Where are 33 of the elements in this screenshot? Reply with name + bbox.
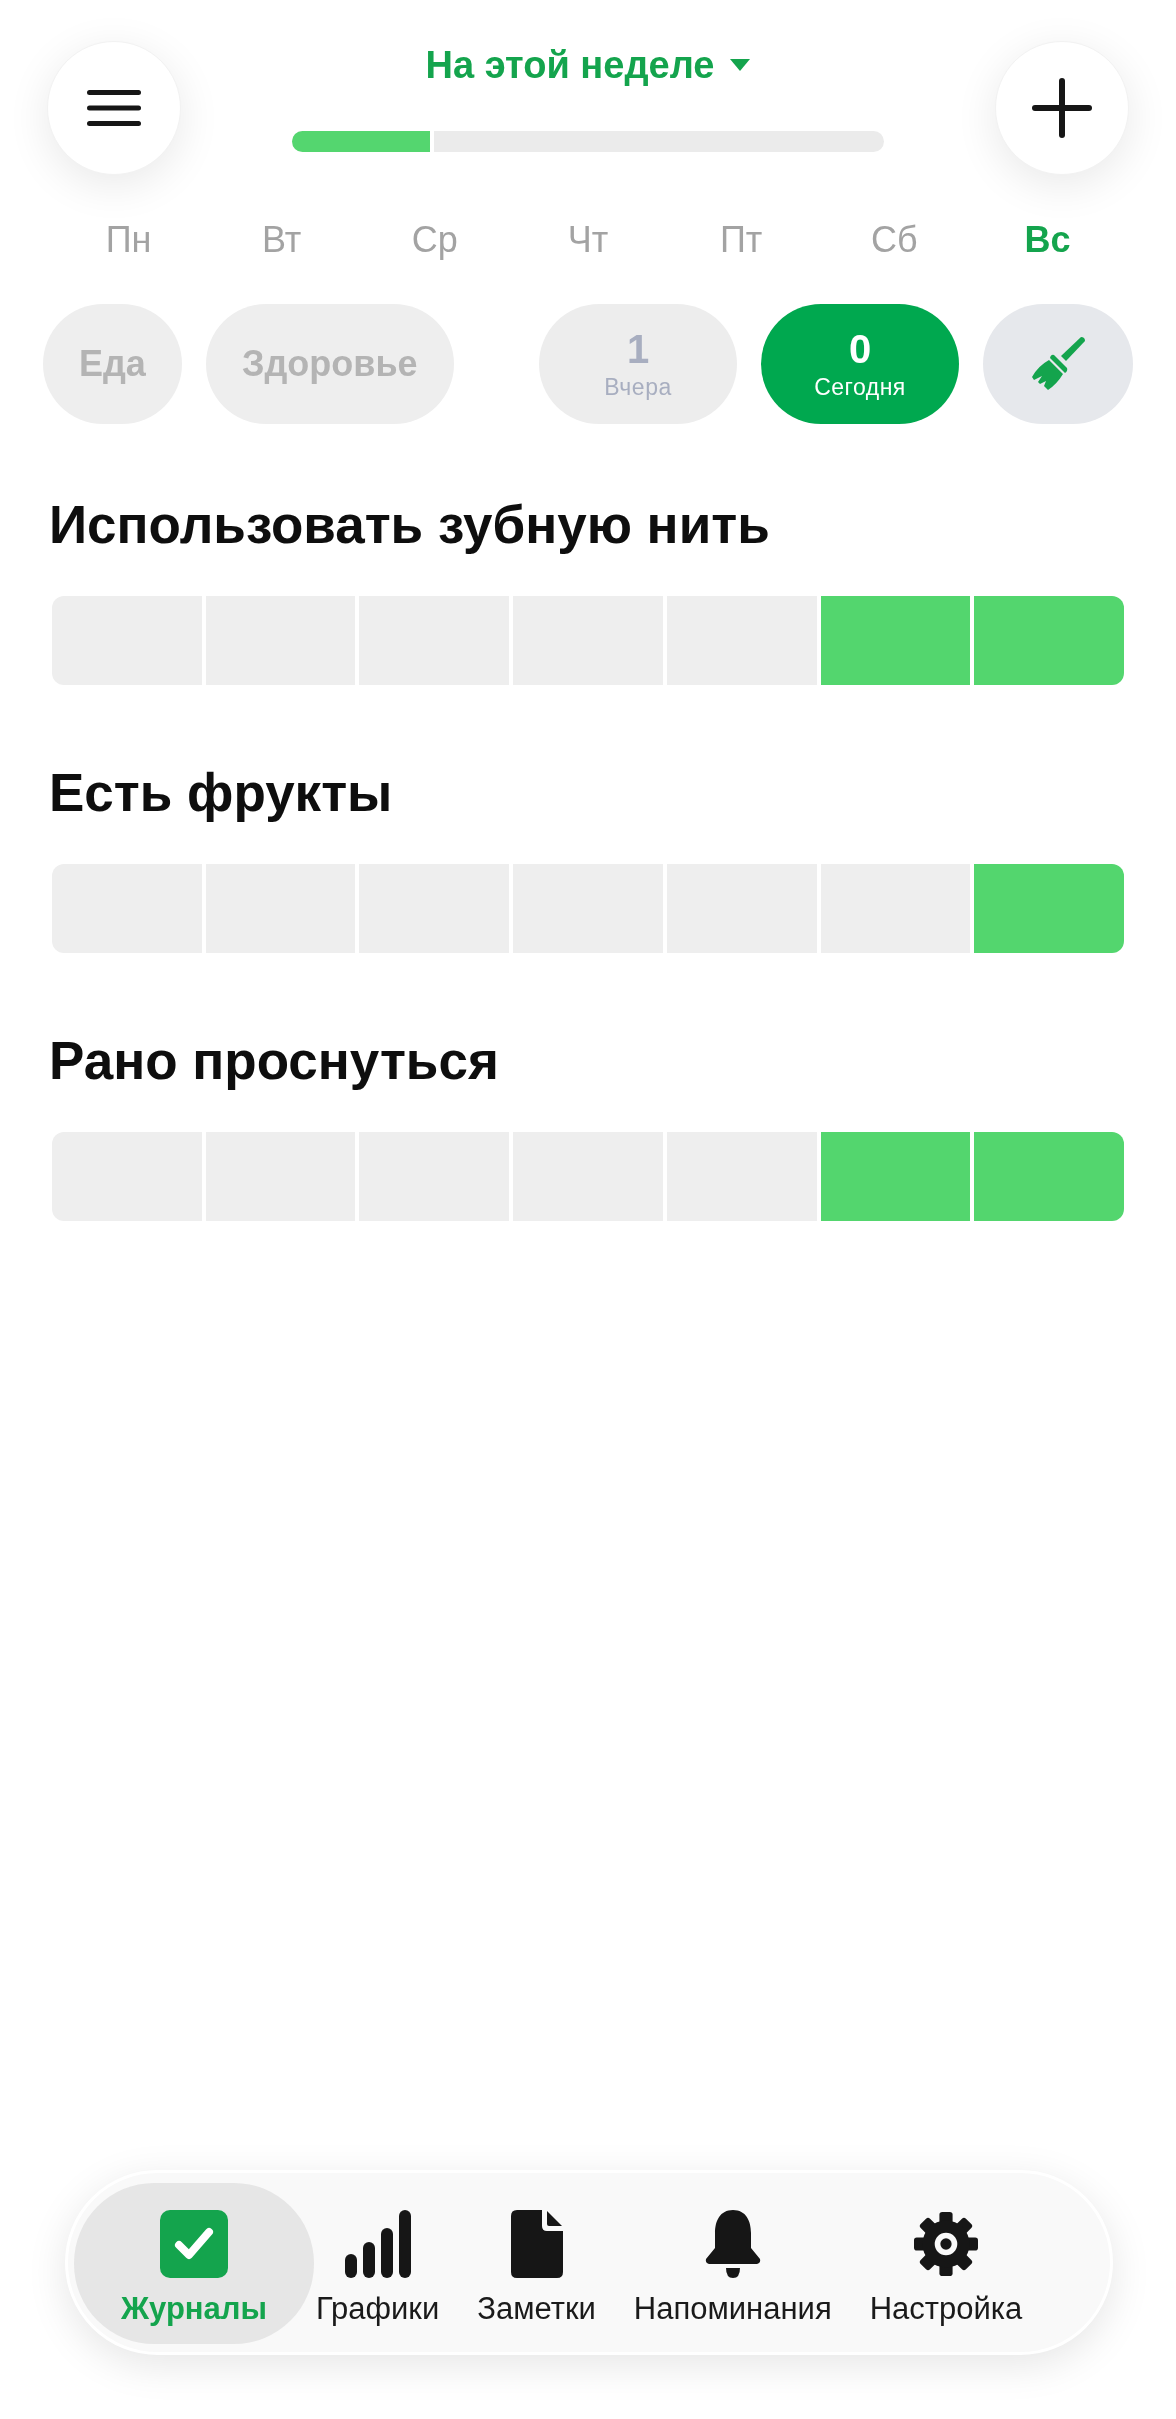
checkbox-icon [160,2210,228,2278]
caret-icon [730,59,751,71]
plus-icon [1032,78,1092,138]
weekday-tab[interactable]: Вс [1024,219,1071,261]
weekday-tab[interactable]: Пн [105,219,152,261]
settings-icon [914,2210,978,2278]
nav-tab[interactable]: Напоминания [633,2210,832,2326]
habit-title: Рано проснуться [49,1031,500,1091]
day-cell[interactable] [974,1132,1124,1221]
weekday-tab[interactable]: Ср [411,219,458,261]
day-cell[interactable] [820,596,971,685]
day-toggle[interactable]: 0 Сегодня [761,304,959,424]
weekday-tab[interactable]: Сб [870,219,918,261]
category-chip[interactable]: Здоровье [205,304,454,424]
category-chip[interactable]: Еда [43,304,182,424]
nav-tab[interactable]: Журналы [74,2183,314,2344]
habit-title: Использовать зубную нить [49,495,771,555]
nav-tab[interactable]: Графики [316,2210,440,2326]
weekday-tab[interactable]: Чт [567,219,609,261]
day-toggle[interactable]: 1 Вчера [539,304,737,424]
menu-icon [87,90,141,126]
document-icon [510,2210,563,2278]
nav-tab[interactable]: Настройка [869,2210,1023,2326]
day-cell[interactable] [974,864,1124,953]
weekday-tab[interactable]: Пт [719,219,763,261]
period-dropdown[interactable]: На этой неделе [425,43,751,87]
nav-tab[interactable]: Заметки [477,2210,596,2326]
day-cell[interactable] [820,1132,971,1221]
day-cell[interactable] [974,596,1124,685]
bar-chart-icon [344,2210,411,2278]
broom-icon [1030,336,1086,392]
weekday-tab[interactable]: Вт [262,219,302,261]
habit-title: Есть фрукты [49,763,394,823]
